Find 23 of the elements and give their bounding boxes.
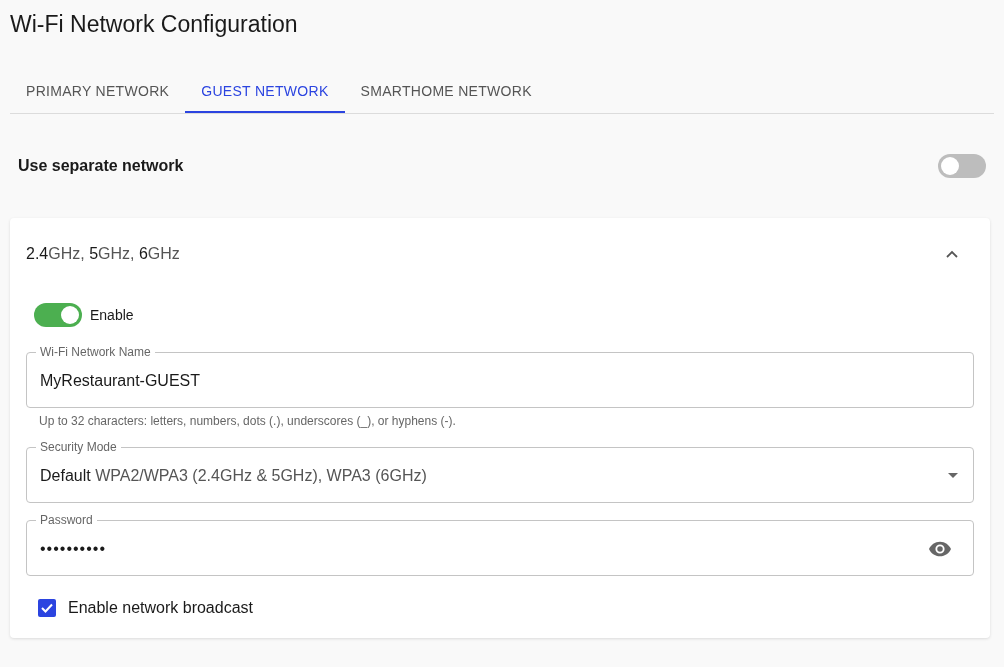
chevron-icon: [946, 250, 958, 258]
show-password-button[interactable]: [929, 540, 951, 557]
eye-icon: [929, 540, 951, 557]
checkbox-label: Enable network broadcast: [68, 598, 253, 618]
field-label: Password: [39, 513, 94, 527]
dropdown-caret-icon: [948, 473, 958, 478]
field-label: Security Mode: [39, 440, 118, 454]
checkbox[interactable]: [38, 599, 56, 617]
page-title: Wi-Fi Network Configuration: [10, 10, 299, 39]
security-mode-select[interactable]: Security Mode Default WPA2/WPA3 (2.4GHz & 5GHz), WPA3 (6GHz): [26, 440, 974, 503]
toggle-switch[interactable]: [34, 303, 82, 327]
panel-title: 2.4GHz, 5GHz, 6GHz: [26, 244, 180, 264]
tab[interactable]: PRIMARY NETWORK: [10, 72, 186, 113]
password-field[interactable]: Password ••••••••••: [26, 513, 974, 576]
network-name-field[interactable]: Wi-Fi Network Name MyRestaurant-GUEST: [26, 345, 974, 408]
field-label: Wi-Fi Network Name: [39, 345, 152, 359]
toggle-label: Enable: [90, 305, 134, 325]
helper-text: Up to 32 characters: letters, numbers, dots (.), underscores (_), or hyphens (-).: [38, 413, 457, 429]
tab[interactable]: SMARTHOME NETWORK: [344, 72, 548, 113]
tab[interactable]: GUEST NETWORK: [185, 72, 345, 113]
setting-label: Use separate network: [18, 156, 184, 176]
checkmark-icon: [41, 603, 53, 613]
toggle-switch[interactable]: [938, 154, 986, 178]
